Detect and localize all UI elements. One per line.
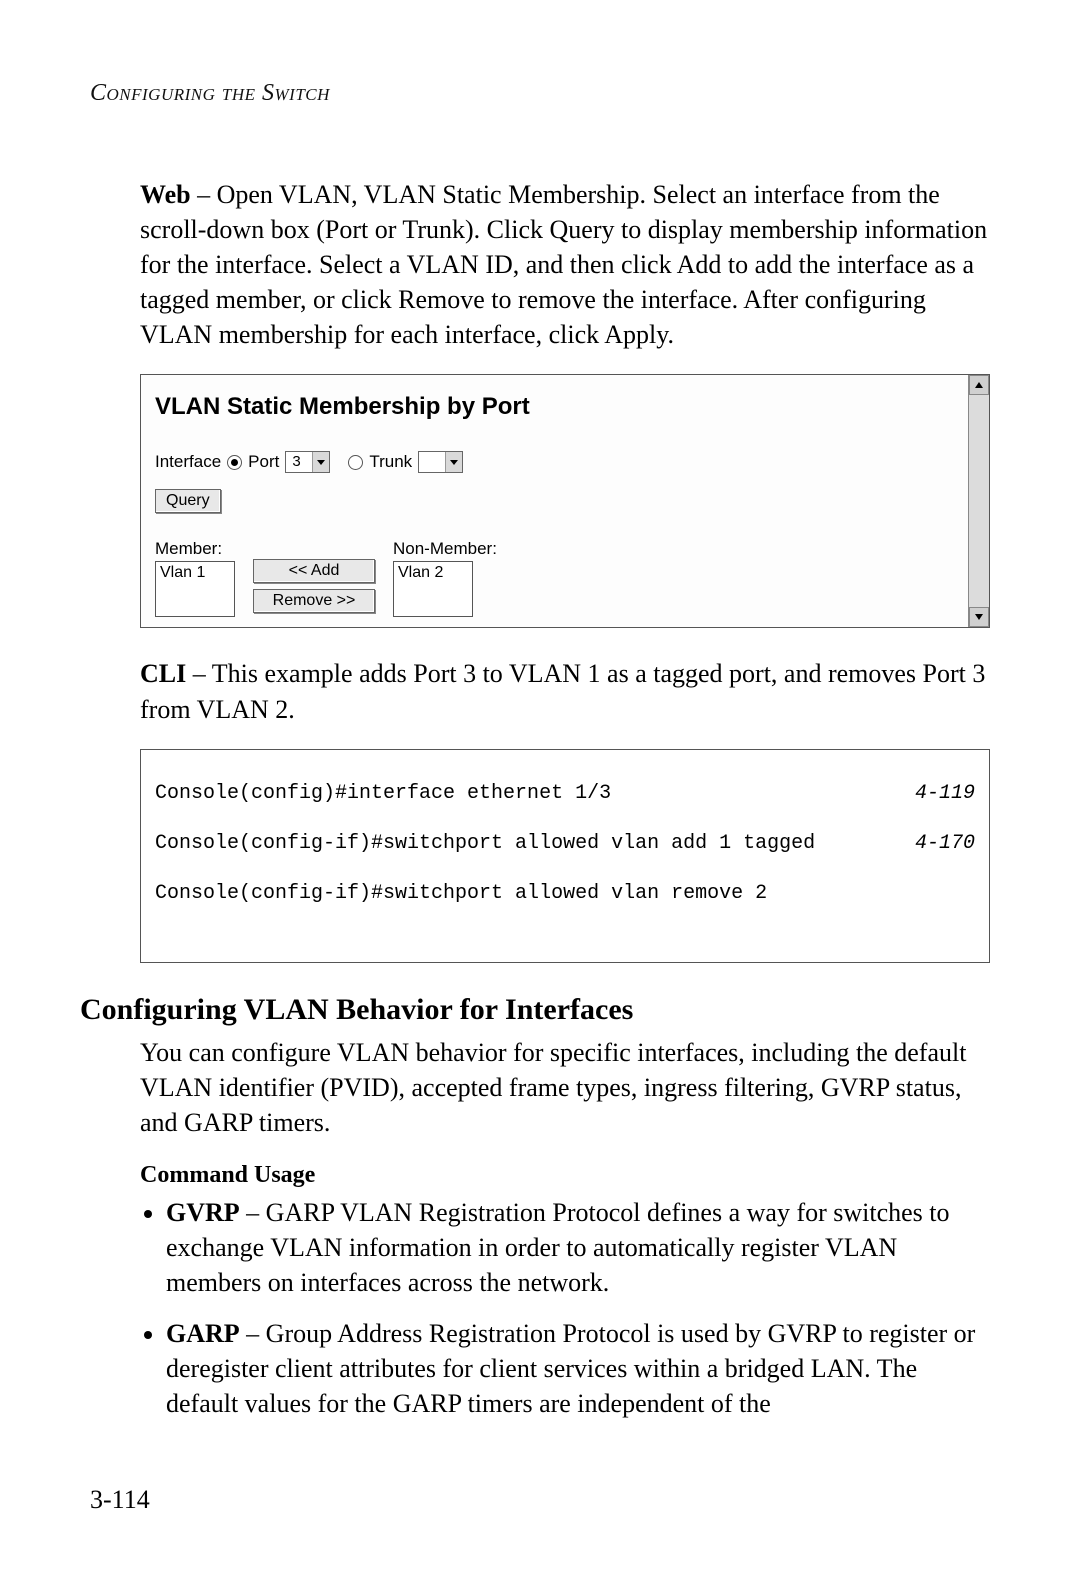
bullet-garp: GARP – Group Address Registration Protoc…	[166, 1316, 990, 1421]
web-text: – Open VLAN, VLAN Static Membership. Sel…	[140, 180, 987, 349]
port-radio[interactable]	[227, 455, 242, 470]
nonmember-listbox[interactable]: Vlan 2	[393, 561, 473, 617]
bullet-lead: GARP	[166, 1319, 240, 1348]
panel-scrollbar[interactable]	[968, 375, 989, 627]
bullet-text: – Group Address Registration Protocol is…	[166, 1319, 975, 1418]
scroll-down-button[interactable]	[969, 607, 989, 627]
port-radio-label: Port	[248, 452, 279, 472]
cli-ref: 4-119	[915, 781, 975, 806]
cli-ref: 4-170	[915, 831, 975, 856]
nonmember-label: Non-Member:	[393, 539, 497, 559]
cli-code-block: Console(config)#interface ethernet 1/3 4-…	[140, 749, 990, 963]
list-item[interactable]: Vlan 1	[160, 564, 230, 582]
chevron-down-icon[interactable]	[312, 452, 329, 472]
bullet-gvrp: GVRP – GARP VLAN Registration Protocol d…	[166, 1195, 990, 1300]
bullet-lead: GVRP	[166, 1198, 240, 1227]
section-heading: Configuring VLAN Behavior for Interfaces	[80, 993, 990, 1027]
port-select[interactable]: 3	[285, 451, 330, 473]
cli-paragraph: CLI – This example adds Port 3 to VLAN 1…	[140, 656, 990, 726]
chevron-down-icon[interactable]	[445, 452, 462, 472]
interface-label: Interface	[155, 452, 221, 472]
list-item[interactable]: Vlan 2	[398, 564, 468, 582]
trunk-select-value	[419, 452, 445, 472]
panel-title: VLAN Static Membership by Port	[155, 393, 975, 421]
web-lead: Web	[140, 180, 191, 209]
port-select-value: 3	[286, 452, 312, 472]
cli-line: Console(config-if)#switchport allowed vl…	[155, 831, 815, 856]
trunk-radio[interactable]	[348, 455, 363, 470]
cli-line: Console(config)#interface ethernet 1/3	[155, 781, 611, 806]
bullet-text: – GARP VLAN Registration Protocol define…	[166, 1198, 950, 1297]
cli-text: – This example adds Port 3 to VLAN 1 as …	[140, 659, 985, 723]
vlan-panel: VLAN Static Membership by Port Interface…	[140, 374, 990, 628]
trunk-select[interactable]	[418, 451, 463, 473]
cli-line: Console(config-if)#switchport allowed vl…	[155, 881, 767, 906]
page-number: 3-114	[90, 1485, 150, 1515]
running-head: Configuring the Switch	[90, 80, 990, 107]
query-button[interactable]: Query	[155, 489, 221, 513]
web-paragraph: Web – Open VLAN, VLAN Static Membership.…	[140, 177, 990, 352]
cli-lead: CLI	[140, 659, 186, 688]
command-usage-heading: Command Usage	[140, 1162, 990, 1189]
add-button[interactable]: << Add	[253, 559, 375, 583]
scroll-up-button[interactable]	[969, 375, 989, 395]
trunk-radio-label: Trunk	[369, 452, 412, 472]
behavior-paragraph: You can configure VLAN behavior for spec…	[140, 1035, 990, 1140]
member-listbox[interactable]: Vlan 1	[155, 561, 235, 617]
remove-button[interactable]: Remove >>	[253, 589, 375, 613]
member-label: Member:	[155, 539, 235, 559]
